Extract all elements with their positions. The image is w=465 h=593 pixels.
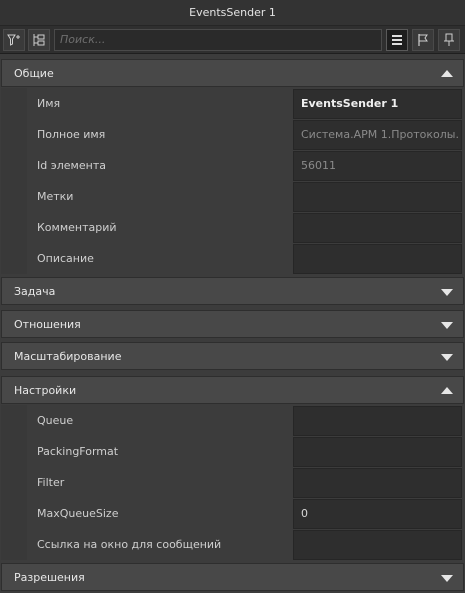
toolbar: Поиск... xyxy=(0,26,465,54)
section-general-header[interactable]: Общие xyxy=(1,59,464,87)
filter-button[interactable] xyxy=(3,29,25,51)
property-label: Filter xyxy=(37,476,65,489)
property-label: Id элемента xyxy=(37,159,106,172)
section-permissions-header[interactable]: Разрешения xyxy=(1,563,464,591)
property-value-element-id: 56011 xyxy=(293,151,462,181)
property-label: Метки xyxy=(37,190,74,203)
tree-filter-button[interactable] xyxy=(28,29,50,51)
property-row-filter: Filter xyxy=(1,467,464,498)
tree-filter-icon xyxy=(33,34,45,46)
property-value-description[interactable] xyxy=(293,244,462,274)
property-row-element-id: Id элемента 56011 xyxy=(1,150,464,181)
expand-icon xyxy=(441,289,453,296)
property-label: Комментарий xyxy=(37,221,117,234)
property-row-description: Описание xyxy=(1,243,464,274)
property-row-packing-format: PackingFormat xyxy=(1,436,464,467)
section-general-title: Общие xyxy=(14,67,54,80)
list-view-icon xyxy=(392,35,402,45)
property-row-comment: Комментарий xyxy=(1,212,464,243)
filter-icon xyxy=(7,34,20,46)
property-value-name[interactable]: EventsSender 1 xyxy=(293,89,462,119)
list-view-button[interactable] xyxy=(386,29,408,51)
pin-icon xyxy=(444,33,454,46)
section-relations-title: Отношения xyxy=(14,318,81,331)
property-row-full-name: Полное имя Система.АРМ 1.Протоколы. xyxy=(1,119,464,150)
property-label: Queue xyxy=(37,414,74,427)
property-label: PackingFormat xyxy=(37,445,119,458)
section-task-title: Задача xyxy=(14,285,56,298)
property-label: MaxQueueSize xyxy=(37,507,119,520)
property-value-tags[interactable] xyxy=(293,182,462,212)
collapse-icon xyxy=(441,387,453,394)
flag-button[interactable] xyxy=(412,29,434,51)
section-scaling-header[interactable]: Масштабирование xyxy=(1,342,464,370)
property-row-name: Имя EventsSender 1 xyxy=(1,88,464,119)
property-label: Ссылка на окно для сообщений xyxy=(37,538,222,551)
section-settings-header[interactable]: Настройки xyxy=(1,376,464,404)
property-row-queue: Queue xyxy=(1,405,464,436)
property-value-packing-format[interactable] xyxy=(293,437,462,467)
property-row-max-queue-size: MaxQueueSize 0 xyxy=(1,498,464,529)
section-task-header[interactable]: Задача xyxy=(1,277,464,305)
search-input[interactable]: Поиск... xyxy=(54,29,382,51)
section-permissions-title: Разрешения xyxy=(14,571,85,584)
pin-button[interactable] xyxy=(438,29,460,51)
window-title: EventsSender 1 xyxy=(0,0,465,26)
section-relations-header[interactable]: Отношения xyxy=(1,310,464,338)
property-label: Описание xyxy=(37,252,94,265)
property-value-comment[interactable] xyxy=(293,213,462,243)
section-scaling-title: Масштабирование xyxy=(14,350,122,363)
property-row-message-window-link: Ссылка на окно для сообщений xyxy=(1,529,464,560)
collapse-icon xyxy=(441,70,453,77)
section-settings-title: Настройки xyxy=(14,384,77,397)
property-value-filter[interactable] xyxy=(293,468,462,498)
expand-icon xyxy=(441,575,453,582)
property-row-tags: Метки xyxy=(1,181,464,212)
property-label: Имя xyxy=(37,97,61,110)
property-value-max-queue-size[interactable]: 0 xyxy=(293,499,462,529)
property-value-queue[interactable] xyxy=(293,406,462,436)
expand-icon xyxy=(441,354,453,361)
flag-icon xyxy=(418,34,428,46)
expand-icon xyxy=(441,322,453,329)
property-value-message-window-link[interactable] xyxy=(293,530,462,560)
property-value-full-name: Система.АРМ 1.Протоколы. xyxy=(293,120,462,150)
property-label: Полное имя xyxy=(37,128,106,141)
property-panel: Общие Имя EventsSender 1 Полное имя Сист… xyxy=(0,56,465,593)
